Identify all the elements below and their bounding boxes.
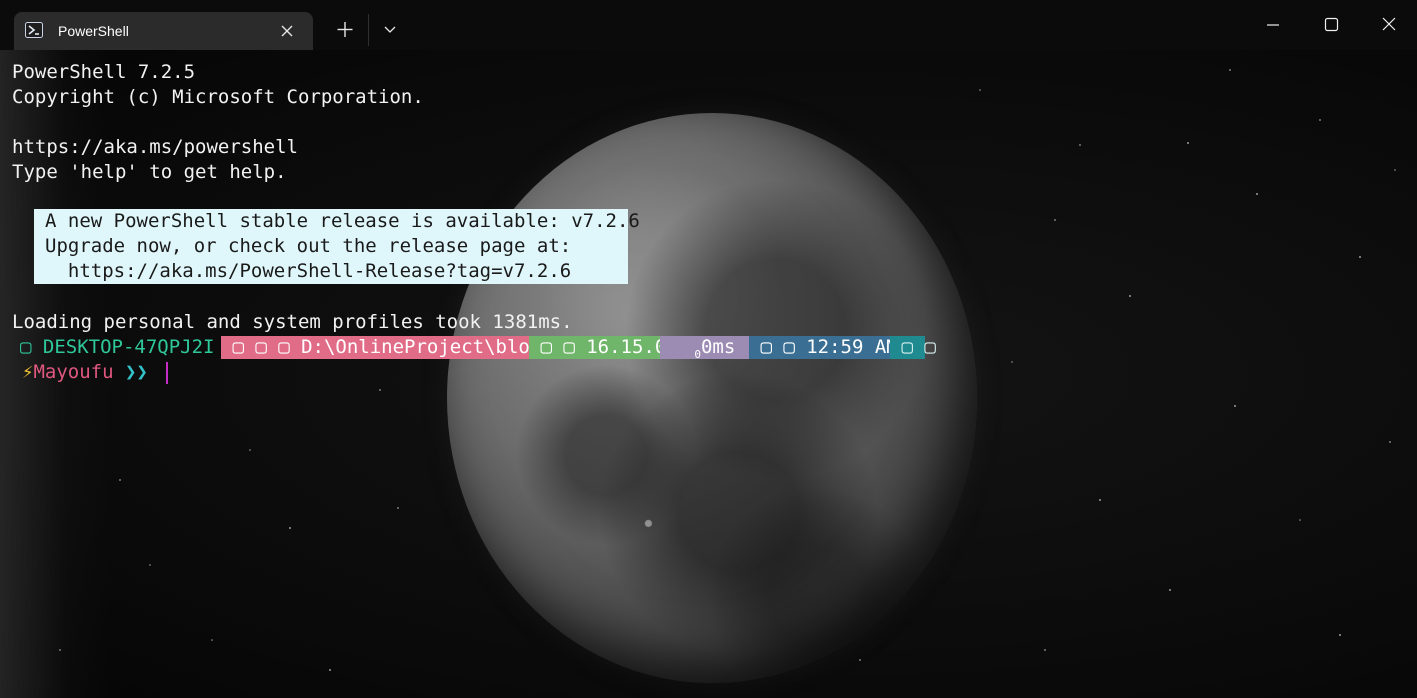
prompt-host-segment: ▢ DESKTOP-47QPJ2I [20,336,221,359]
prompt-path-segment: ▢ ▢ ▢ D:\OnlineProject\blog [221,336,541,359]
prompt-node-version: 16.15.0 [586,336,667,358]
prompt-tail-segment: ▢ ▢ [890,336,936,359]
user-prompt: ⚡Mayoufu ❯❯ [22,360,148,385]
prompt-exec-time: 0ms [700,336,736,358]
tab-separator [368,14,369,46]
prompt-username: Mayoufu [33,361,114,383]
prompt-chevrons: ❯❯ [113,361,148,383]
terminal-line-copyright: Copyright (c) Microsoft Corporation. [12,86,424,108]
timer-icon [660,336,694,358]
folder-icons: ▢ ▢ ▢ [221,336,302,358]
terminal-window: PowerShell PowerShell 7.2.5 Copyright (c… [0,0,1417,698]
close-window-icon[interactable] [1366,8,1412,42]
notice-line: Upgrade now, or check out the release pa… [45,235,572,257]
update-notice: A new PowerShell stable release is avail… [34,209,640,284]
terminal-line-url: https://aka.ms/powershell [12,136,298,158]
minimize-icon[interactable] [1250,8,1296,42]
tab-powershell[interactable]: PowerShell [14,12,313,50]
lightning-icon: ⚡ [22,361,34,383]
plus-icon[interactable] [328,12,362,46]
powershell-icon [25,22,43,38]
prompt-clock: 12:59 AM [806,336,898,358]
clock-icon: ▢ ▢ [749,336,807,358]
windows-icon: ▢ [20,336,43,358]
terminal-line-help: Type 'help' to get help. [12,161,287,183]
prompt-node-segment: ▢ ▢ 16.15.0 [529,336,666,359]
maximize-icon[interactable] [1308,8,1354,42]
prompt-host: DESKTOP-47QPJ2I [42,336,215,358]
status-icons: ▢ ▢ [890,336,936,358]
chevron-down-icon[interactable] [374,12,406,46]
tab-title: PowerShell [58,23,129,39]
text-cursor [166,362,168,384]
prompt-exec-segment: 00ms [660,336,749,361]
prompt-clock-segment: ▢ ▢ 12:59 AM [749,336,898,359]
title-bar: PowerShell [0,0,1417,50]
notice-line: https://aka.ms/PowerShell-Release?tag=v7… [45,260,572,282]
terminal-line-version: PowerShell 7.2.5 [12,61,196,83]
close-icon[interactable] [278,22,296,40]
moon-image [447,113,977,683]
terminal-area[interactable]: PowerShell 7.2.5 Copyright (c) Microsoft… [0,50,1417,698]
terminal-line-profiles: Loading personal and system profiles too… [12,311,573,333]
node-icon: ▢ ▢ [529,336,587,358]
prompt-exec-sub: 0 [694,347,701,361]
notice-line: A new PowerShell stable release is avail… [45,210,640,232]
prompt-path: D:\OnlineProject\blog [301,336,542,358]
